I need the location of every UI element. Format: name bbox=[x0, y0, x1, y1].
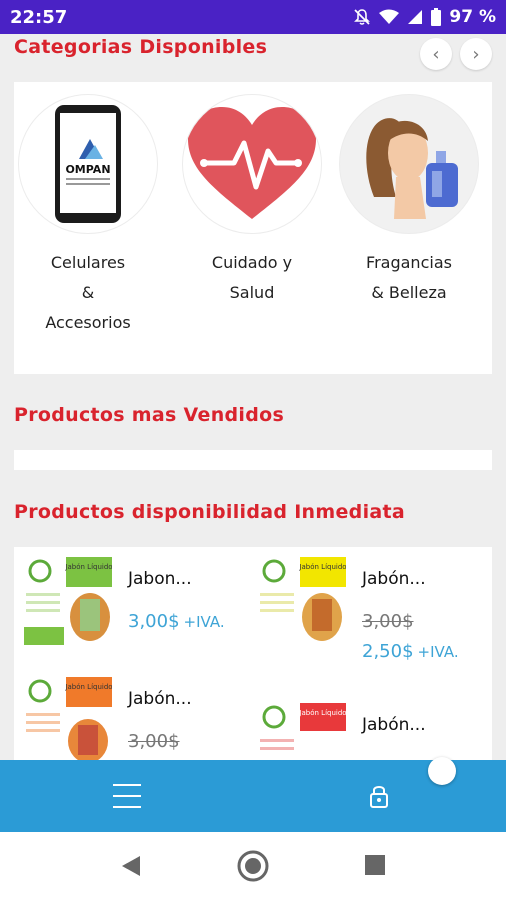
product-badge bbox=[300, 703, 346, 731]
product-name: Jabón... bbox=[128, 689, 192, 709]
immediate-title: Productos disponibilidad Inmediata bbox=[14, 501, 406, 523]
product-price: 3,00$ +IVA. bbox=[128, 611, 225, 632]
category-cuidado-salud[interactable]: Cuidado y Salud bbox=[177, 94, 327, 308]
main-content[interactable]: Categorias Disponibles ‹ › OMPAN Celular… bbox=[0, 34, 506, 760]
system-nav-bar bbox=[0, 832, 506, 900]
product-old-price: 3,00$ bbox=[128, 731, 180, 752]
products-panel: Jabón Líquido Jabon... 3,00$ +IVA. Jabón… bbox=[14, 547, 492, 760]
battery-percent: 97 % bbox=[449, 7, 496, 27]
product-image: Jabón Líquido bbox=[258, 557, 346, 645]
next-arrow-icon[interactable]: › bbox=[460, 38, 492, 70]
product-name: Jabon... bbox=[128, 569, 192, 589]
product-card[interactable]: Jabón Líquido Jabón... bbox=[248, 667, 478, 760]
product-badge bbox=[66, 557, 112, 587]
ompan-logo-text: OMPAN bbox=[65, 163, 110, 176]
category-label: Fragancias & Belleza bbox=[366, 253, 452, 302]
best-sellers-title: Productos mas Vendidos bbox=[14, 404, 285, 426]
product-badge-text: Jabón Líquido bbox=[64, 563, 112, 571]
categories-panel: OMPAN Celulares & Accesorios Cuidado y S… bbox=[14, 82, 492, 374]
category-celulares[interactable]: OMPAN Celulares & Accesorios bbox=[13, 94, 163, 338]
product-image: Jabón Líquido bbox=[258, 703, 346, 760]
best-sellers-panel bbox=[14, 450, 492, 470]
product-card[interactable]: Jabón Líquido Jabón... 3,00$ 2,50$ +IVA. bbox=[248, 547, 478, 662]
product-old-price: 3,00$ bbox=[362, 611, 414, 632]
phone-icon: OMPAN bbox=[18, 94, 158, 234]
category-label: Celulares & Accesorios bbox=[45, 253, 131, 332]
product-badge-text: Jabón Líquido bbox=[298, 563, 346, 571]
wifi-icon bbox=[379, 9, 400, 24]
product-card[interactable]: Jabón Líquido Jabón... 3,00$ bbox=[14, 667, 244, 760]
product-price: 2,50$ +IVA. bbox=[362, 641, 459, 662]
floating-action-button[interactable] bbox=[428, 757, 456, 785]
product-name: Jabón... bbox=[362, 715, 426, 735]
product-badge bbox=[66, 677, 112, 707]
product-badge bbox=[300, 557, 346, 587]
carousel-arrows: ‹ › bbox=[420, 38, 492, 70]
product-image: Jabón Líquido bbox=[24, 677, 112, 760]
category-fragancias[interactable]: Fragancias & Belleza bbox=[334, 94, 484, 308]
product-badge-text: Jabón Líquido bbox=[64, 683, 112, 691]
back-icon[interactable] bbox=[120, 854, 142, 878]
signal-icon bbox=[408, 10, 423, 24]
menu-icon[interactable] bbox=[113, 784, 141, 808]
status-bar: 22:57 97 % bbox=[0, 0, 506, 34]
mute-icon bbox=[354, 9, 371, 25]
perfume-woman-icon bbox=[339, 94, 479, 234]
recents-icon[interactable] bbox=[364, 854, 386, 876]
heart-icon bbox=[182, 94, 322, 234]
product-badge-text: Jabón Líquido bbox=[298, 709, 346, 717]
battery-icon bbox=[431, 8, 442, 26]
product-card[interactable]: Jabón Líquido Jabon... 3,00$ +IVA. bbox=[14, 547, 244, 657]
lock-icon[interactable] bbox=[370, 784, 388, 808]
product-name: Jabón... bbox=[362, 569, 426, 589]
product-image: Jabón Líquido bbox=[24, 557, 112, 645]
home-icon[interactable] bbox=[237, 850, 269, 882]
status-time: 22:57 bbox=[10, 6, 68, 28]
categories-title: Categorias Disponibles bbox=[14, 36, 268, 58]
prev-arrow-icon[interactable]: ‹ bbox=[420, 38, 452, 70]
category-label: Cuidado y Salud bbox=[211, 253, 293, 302]
